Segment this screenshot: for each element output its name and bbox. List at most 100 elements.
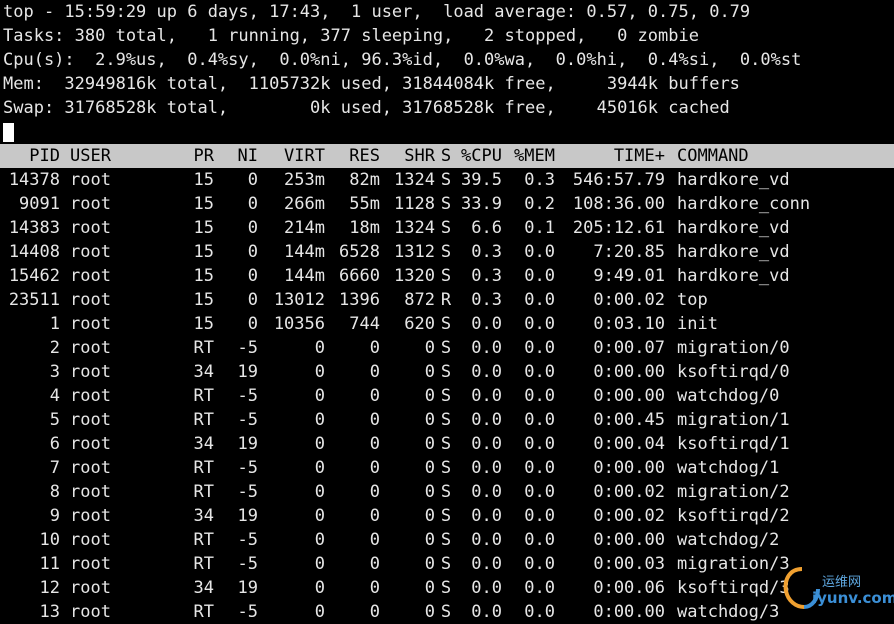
process-cell-s: S [440, 218, 452, 238]
process-cell-s: S [440, 242, 452, 262]
process-cell-user: root [70, 266, 111, 286]
process-cell-ni: 0 [247, 242, 258, 262]
col-header-command[interactable]: COMMAND [665, 144, 749, 168]
process-cell-ni: -5 [237, 386, 258, 406]
process-row[interactable]: 8 root RT -5 0 0 0 S 0.0 0.0 0:00.02 migration/2 [0, 480, 894, 504]
process-row[interactable]: 9 root 34 19 0 0 0 S 0.0 0.0 0:00.02 ksoftirqd/2 [0, 504, 894, 528]
col-header-virt[interactable]: VIRT [258, 144, 325, 168]
process-cell-pid: 5 [49, 410, 60, 430]
process-cell-user: root [70, 218, 111, 238]
process-cell-user: root [70, 482, 111, 502]
process-cell-pid: 14383 [8, 218, 60, 238]
process-cell-pr: RT [193, 530, 214, 550]
col-header-user[interactable]: USER [60, 144, 188, 168]
process-row[interactable]: 3 root 34 19 0 0 0 S 0.0 0.0 0:00.00 ksoftirqd/0 [0, 360, 894, 384]
process-cell-cpu: 0.0 [471, 602, 502, 622]
process-row[interactable]: 7 root RT -5 0 0 0 S 0.0 0.0 0:00.00 watchdog/1 [0, 456, 894, 480]
process-cell-user: root [70, 338, 111, 358]
process-cell-user: root [70, 410, 111, 430]
process-cell-ni: 0 [247, 194, 258, 214]
process-cell-res: 0 [369, 362, 380, 382]
process-cell-pid: 3 [49, 362, 60, 382]
process-cell-pid: 14408 [8, 242, 60, 262]
terminal-window[interactable]: top - 15:59:29 up 6 days, 17:43, 1 user,… [0, 0, 894, 622]
process-cell-s: S [440, 434, 452, 454]
col-header-pid[interactable]: PID [3, 144, 60, 168]
process-cell-s: S [440, 338, 452, 358]
process-row[interactable]: 15462 root 15 0 144m 6660 1320 S 0.3 0.0 9:49.01 ha… [0, 264, 894, 288]
process-cell-virt: 10356 [273, 314, 325, 334]
process-cell-ni: 19 [237, 506, 258, 526]
process-cell-mem: 0.3 [524, 170, 555, 190]
process-cell-mem: 0.0 [524, 338, 555, 358]
col-header-mem[interactable]: %MEM [502, 144, 555, 168]
process-cell-time: 0:03.10 [593, 314, 665, 334]
process-cell-user: root [70, 170, 111, 190]
process-cell-pid: 15462 [8, 266, 60, 286]
process-row[interactable]: 14408 root 15 0 144m 6528 1312 S 0.3 0.0 7:20.85 ha… [0, 240, 894, 264]
process-cell-pr: RT [193, 554, 214, 574]
col-header-time[interactable]: TIME+ [555, 144, 665, 168]
process-cell-command: migration/3 [677, 554, 790, 574]
process-cell-mem: 0.0 [524, 362, 555, 382]
col-header-res[interactable]: RES [325, 144, 380, 168]
process-cell-cpu: 0.0 [471, 458, 502, 478]
process-cell-command: ksoftirqd/1 [677, 434, 790, 454]
process-row[interactable]: 4 root RT -5 0 0 0 S 0.0 0.0 0:00.00 watchdog/0 [0, 384, 894, 408]
process-cell-s: S [440, 194, 452, 214]
process-cell-mem: 0.0 [524, 482, 555, 502]
process-row[interactable]: 23511 root 15 0 13012 1396 872 R 0.3 0.0 0:00.02 to… [0, 288, 894, 312]
process-cell-pr: RT [193, 338, 214, 358]
process-cell-mem: 0.0 [524, 458, 555, 478]
process-row[interactable]: 10 root RT -5 0 0 0 S 0.0 0.0 0:00.00 watchdog/2 [0, 528, 894, 552]
process-row[interactable]: 1 root 15 0 10356 744 620 S 0.0 0.0 0:03.10 init [0, 312, 894, 336]
summary-uptime-line: top - 15:59:29 up 6 days, 17:43, 1 user,… [3, 2, 751, 22]
process-row[interactable]: 6 root 34 19 0 0 0 S 0.0 0.0 0:00.04 ksoftirqd/1 [0, 432, 894, 456]
col-header-pr[interactable]: PR [188, 144, 214, 168]
process-row[interactable]: 14383 root 15 0 214m 18m 1324 S 6.6 0.1 205:12.61 h… [0, 216, 894, 240]
process-cell-shr: 0 [424, 506, 435, 526]
process-cell-ni: -5 [237, 602, 258, 622]
process-cell-user: root [70, 578, 111, 598]
process-cell-command: ksoftirqd/2 [677, 506, 790, 526]
process-cell-cpu: 33.9 [461, 194, 502, 214]
process-row[interactable]: 13 root RT -5 0 0 0 S 0.0 0.0 0:00.00 watchdog/3 [0, 600, 894, 624]
process-row[interactable]: 12 root 34 19 0 0 0 S 0.0 0.0 0:00.06 ksoftirqd/3 [0, 576, 894, 600]
process-cell-cpu: 0.0 [471, 578, 502, 598]
col-header-state[interactable]: S [435, 144, 457, 168]
process-cell-time: 0:00.06 [593, 578, 665, 598]
process-cell-pr: 15 [193, 314, 214, 334]
process-cell-command: init [677, 314, 718, 334]
process-cell-shr: 1128 [394, 194, 435, 214]
process-row[interactable]: 5 root RT -5 0 0 0 S 0.0 0.0 0:00.45 migration/1 [0, 408, 894, 432]
process-cell-user: root [70, 290, 111, 310]
process-cell-s: S [440, 458, 452, 478]
process-cell-cpu: 0.0 [471, 386, 502, 406]
col-header-cpu[interactable]: %CPU [457, 144, 502, 168]
process-cell-command: migration/1 [677, 410, 790, 430]
process-row[interactable]: 9091 root 15 0 266m 55m 1128 S 33.9 0.2 108:36.00 h… [0, 192, 894, 216]
process-cell-mem: 0.0 [524, 266, 555, 286]
process-cell-time: 0:00.00 [593, 386, 665, 406]
command-prompt-line[interactable] [0, 120, 894, 144]
text-cursor [3, 123, 14, 142]
process-row[interactable]: 14378 root 15 0 253m 82m 1324 S 39.5 0.3 546:57.79… [0, 168, 894, 192]
col-header-ni[interactable]: NI [214, 144, 258, 168]
process-cell-user: root [70, 434, 111, 454]
process-cell-user: root [70, 362, 111, 382]
process-cell-cpu: 0.0 [471, 506, 502, 526]
process-cell-ni: -5 [237, 458, 258, 478]
process-row[interactable]: 11 root RT -5 0 0 0 S 0.0 0.0 0:00.03 migration/3 [0, 552, 894, 576]
process-cell-virt: 0 [314, 338, 325, 358]
process-cell-pid: 9 [49, 506, 60, 526]
process-cell-command: watchdog/0 [677, 386, 780, 406]
process-cell-virt: 0 [314, 386, 325, 406]
process-cell-shr: 0 [424, 410, 435, 430]
col-header-shr[interactable]: SHR [380, 144, 435, 168]
process-cell-ni: -5 [237, 338, 258, 358]
process-cell-pid: 1 [49, 314, 60, 334]
process-row[interactable]: 2 root RT -5 0 0 0 S 0.0 0.0 0:00.07 migration/0 [0, 336, 894, 360]
process-cell-shr: 1324 [394, 218, 435, 238]
process-cell-res: 0 [369, 506, 380, 526]
process-cell-mem: 0.0 [524, 554, 555, 574]
